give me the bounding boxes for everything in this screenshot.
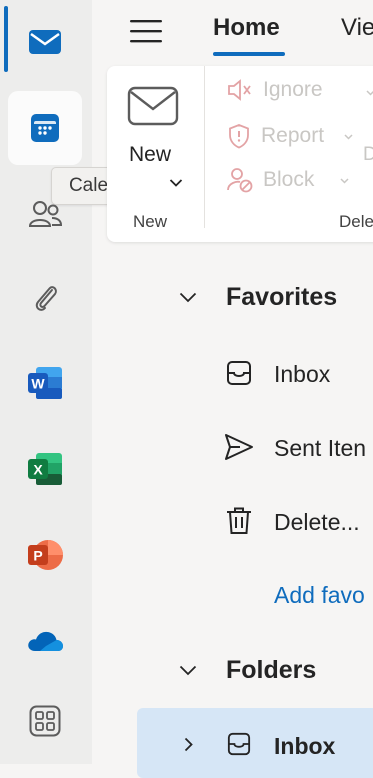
ignore-label: Ignore: [263, 78, 323, 101]
people-icon: [28, 201, 62, 227]
add-favorite-link[interactable]: Add favo: [274, 582, 365, 609]
report-label: Report: [261, 124, 325, 147]
rail-calendar-button[interactable]: [8, 91, 82, 165]
tab-active-indicator: [213, 52, 285, 56]
chevron-down-icon[interactable]: [169, 178, 183, 188]
rail-excel-button[interactable]: X: [8, 432, 82, 506]
onedrive-icon: [28, 631, 63, 651]
word-icon: W: [28, 367, 62, 399]
ignore-button[interactable]: Ignore: [227, 78, 323, 102]
powerpoint-icon: P: [28, 540, 63, 570]
rail-people-button[interactable]: [8, 177, 82, 251]
trash-icon: [227, 507, 251, 534]
rail-powerpoint-button[interactable]: P: [8, 518, 82, 592]
nav-item-label: Inbox: [274, 360, 331, 387]
new-mail-icon[interactable]: [127, 86, 179, 126]
chevron-down-icon[interactable]: [179, 292, 197, 303]
ribbon: New New Ignore Report D Block Dele: [107, 66, 373, 242]
inbox-icon: [227, 732, 251, 756]
calendar-icon: [31, 114, 59, 142]
block-label: Block: [263, 168, 315, 191]
chevron-down-icon[interactable]: [179, 665, 197, 676]
tab-home[interactable]: Home: [213, 14, 280, 42]
shield-alert-icon: [229, 124, 249, 149]
group-label-delete: Dele: [339, 212, 373, 231]
group-label-new: New: [133, 212, 168, 231]
chevron-down-icon[interactable]: [344, 134, 353, 140]
nav-item-label: Sent Iten: [274, 434, 367, 461]
rail-attachments-button[interactable]: [8, 260, 82, 334]
ribbon-divider: [204, 66, 205, 228]
chevron-down-icon[interactable]: [366, 90, 373, 96]
svg-text:W: W: [31, 376, 45, 392]
chevron-right-icon[interactable]: [184, 737, 193, 752]
mail-icon: [29, 30, 61, 54]
mute-icon: [228, 79, 251, 101]
send-icon: [225, 434, 253, 460]
folders-item-inbox[interactable]: Inbox: [137, 708, 373, 778]
top-bar: Home Vie: [92, 0, 373, 66]
folders-header[interactable]: Folders: [226, 656, 316, 685]
inbox-icon: [227, 361, 251, 385]
block-button[interactable]: Block: [227, 167, 314, 193]
tab-view[interactable]: Vie: [341, 14, 373, 42]
excel-icon: X: [28, 453, 62, 485]
rail-onedrive-button[interactable]: [8, 604, 82, 678]
rail-mail-button[interactable]: [8, 5, 82, 79]
rail-apps-button[interactable]: [8, 684, 82, 758]
chevron-down-icon[interactable]: [340, 178, 349, 184]
report-button[interactable]: Report: [227, 123, 324, 149]
block-user-icon: [227, 168, 253, 193]
nav-item-label: Inbox: [274, 733, 336, 759]
nav-item-label: Delete...: [274, 508, 360, 535]
rail-word-button[interactable]: W: [8, 346, 82, 420]
svg-text:X: X: [33, 462, 43, 478]
apps-icon: [29, 705, 61, 737]
ribbon-truncated-item[interactable]: D: [363, 144, 373, 166]
new-button[interactable]: New: [129, 143, 171, 167]
attachment-icon: [35, 286, 57, 311]
favorites-header[interactable]: Favorites: [226, 283, 337, 312]
menu-icon[interactable]: [128, 17, 164, 45]
svg-text:P: P: [33, 548, 42, 564]
app-rail: Calendar W X: [0, 0, 164, 764]
